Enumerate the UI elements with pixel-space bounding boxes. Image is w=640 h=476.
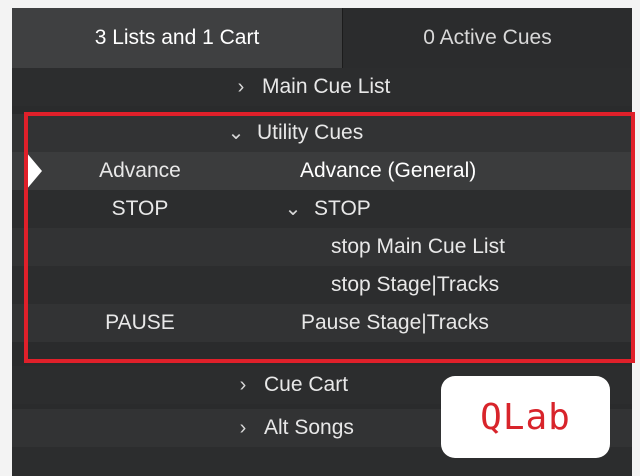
- chevron-right-icon[interactable]: ›: [234, 366, 252, 404]
- cue-number: STOP: [111, 197, 169, 220]
- row-label: Main Cue List: [262, 75, 391, 98]
- cue-name: Advance (General): [300, 159, 477, 182]
- cue-row-stop-stage-tracks[interactable]: stop Stage|Tracks: [12, 266, 632, 304]
- tab-active-cues[interactable]: 0 Active Cues: [342, 8, 632, 68]
- qlab-badge: QLab: [441, 376, 610, 458]
- chevron-right-icon[interactable]: ›: [234, 409, 252, 447]
- cue-number: PAUSE: [105, 311, 175, 334]
- cue-row-pause[interactable]: PAUSE Pause Stage|Tracks: [12, 304, 632, 342]
- cue-name: Pause Stage|Tracks: [301, 311, 489, 334]
- cue-list-name: › Main Cue List: [232, 68, 391, 106]
- cue-row-stop-group[interactable]: STOP ⌄ STOP: [12, 190, 632, 228]
- row-label: Alt Songs: [264, 416, 354, 439]
- cue-list-name: › Alt Songs: [234, 409, 354, 447]
- screenshot-root: 3 Lists and 1 Cart 0 Active Cues › Main C…: [0, 0, 640, 476]
- chevron-right-icon[interactable]: ›: [232, 68, 250, 106]
- row-label: Cue Cart: [264, 373, 349, 396]
- tab-bar: 3 Lists and 1 Cart 0 Active Cues: [12, 8, 632, 68]
- cue-list-row-utility[interactable]: ⌄ Utility Cues: [12, 114, 632, 152]
- cue-list-name: ⌄ Utility Cues: [227, 114, 364, 152]
- tab-lists-and-carts[interactable]: 3 Lists and 1 Cart: [12, 8, 342, 68]
- cue-name: stop Main Cue List: [331, 235, 505, 258]
- cue-row-stop-main[interactable]: stop Main Cue List: [12, 228, 632, 266]
- row-label: STOP: [314, 197, 371, 220]
- cue-list-name: › Cue Cart: [234, 366, 348, 404]
- chevron-down-icon[interactable]: ⌄: [227, 114, 245, 152]
- cue-name: stop Stage|Tracks: [331, 273, 500, 296]
- cue-number: Advance: [99, 159, 181, 182]
- row-label: Utility Cues: [257, 121, 364, 144]
- cue-list-row-main[interactable]: › Main Cue List: [12, 68, 632, 106]
- chevron-down-icon[interactable]: ⌄: [284, 190, 302, 228]
- cue-name: ⌄ STOP: [284, 190, 371, 228]
- cue-row-advance[interactable]: Advance Advance (General): [12, 152, 632, 190]
